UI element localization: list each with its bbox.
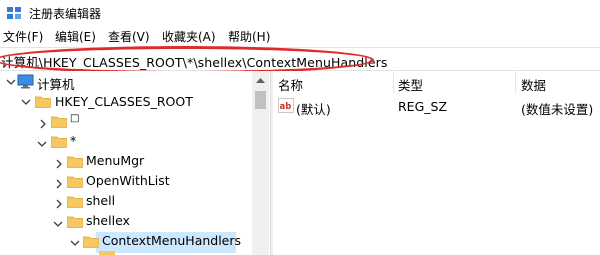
tree-item-hkey-classes-root[interactable]: HKEY_CLASSES_ROOT — [55, 94, 193, 109]
folder-icon — [35, 96, 51, 108]
folder-icon — [51, 116, 67, 128]
tree-scrollbar[interactable] — [252, 71, 269, 255]
chevron-down-icon[interactable] — [70, 238, 80, 248]
chevron-down-icon[interactable] — [53, 219, 63, 229]
column-header-type[interactable]: 类型 — [398, 75, 423, 94]
column-divider[interactable] — [393, 71, 394, 93]
folder-icon — [67, 196, 83, 208]
chevron-down-icon[interactable] — [6, 77, 16, 87]
folder-icon — [67, 216, 83, 228]
value-type-cell: REG_SZ — [398, 99, 448, 114]
menu-bar: 文件(F) 编辑(E) 查看(V) 收藏夹(A) 帮助(H) — [0, 26, 600, 46]
menu-favorites[interactable]: 收藏夹(A) — [162, 28, 216, 45]
chevron-down-icon[interactable] — [21, 97, 31, 107]
menu-view[interactable]: 查看(V) — [108, 28, 150, 45]
chevron-right-icon[interactable] — [54, 199, 64, 209]
title-bar: 注册表编辑器 — [0, 0, 600, 26]
scroll-thumb[interactable] — [255, 91, 266, 109]
open-folder-icon — [83, 236, 99, 248]
folder-icon — [51, 136, 67, 148]
address-bar[interactable]: 计算机\HKEY_CLASSES_ROOT\*\shellex\ContextM… — [0, 46, 600, 74]
tree-item-shellex[interactable]: shellex — [86, 213, 130, 228]
tree-item-openwithlist[interactable]: OpenWithList — [86, 173, 170, 188]
chevron-right-icon[interactable] — [54, 179, 64, 189]
tree-item-star[interactable]: * — [70, 133, 76, 148]
tree-item-shell[interactable]: shell — [86, 193, 115, 208]
column-divider[interactable] — [515, 71, 516, 93]
column-header-name[interactable]: 名称 — [278, 75, 303, 94]
menu-file[interactable]: 文件(F) — [3, 28, 43, 45]
chevron-right-icon[interactable] — [38, 119, 48, 129]
tree-item-blank-key[interactable]: □ — [70, 113, 79, 124]
tree-item-contextmenuhandlers[interactable]: ContextMenuHandlers — [102, 233, 241, 248]
menu-help[interactable]: 帮助(H) — [228, 28, 270, 45]
value-data-cell: (数值未设置) — [521, 102, 594, 117]
svg-text:ab: ab — [280, 102, 292, 112]
tree-item-menumgr[interactable]: MenuMgr — [86, 153, 144, 168]
folder-icon — [67, 156, 83, 168]
string-value-icon: ab — [278, 98, 294, 113]
computer-icon — [17, 74, 34, 89]
values-list: 名称 类型 数据 ab (默认) REG_SZ (数值未设置) — [273, 71, 600, 255]
column-header-data[interactable]: 数据 — [521, 75, 546, 94]
window-title: 注册表编辑器 — [29, 7, 102, 21]
address-path[interactable]: 计算机\HKEY_CLASSES_ROOT\*\shellex\ContextM… — [1, 52, 388, 71]
chevron-right-icon[interactable] — [54, 159, 64, 169]
folder-icon — [99, 251, 115, 255]
value-name-cell[interactable]: (默认) — [296, 99, 331, 118]
tree-item-computer[interactable]: 计算机 — [37, 74, 75, 93]
chevron-down-icon[interactable] — [37, 139, 47, 149]
menu-edit[interactable]: 编辑(E) — [55, 28, 96, 45]
regedit-app-icon — [7, 7, 21, 19]
folder-icon — [67, 176, 83, 188]
scroll-up-arrow-icon[interactable] — [252, 71, 269, 88]
